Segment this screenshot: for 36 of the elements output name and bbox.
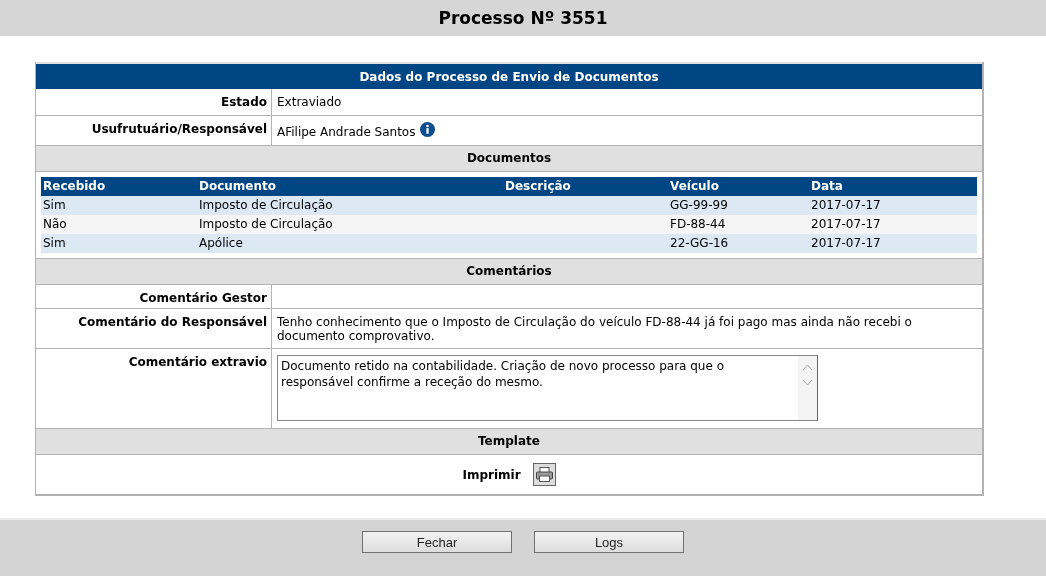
table-cell-text: Imposto de Circulação [198,216,334,234]
info-icon[interactable] [420,122,436,138]
field-value: Extraviado [277,95,342,110]
table-cell-text: Sim [42,235,67,253]
section-title: Documentos [36,146,982,173]
table-cell-text: FD-88-44 [669,216,727,234]
page-title: Processo Nº 3551 [438,8,608,29]
print-button[interactable] [532,463,556,487]
section-title: Comentários [36,259,982,286]
column-header: Veículo [669,178,720,196]
field-label: Usufrutuário/Responsável [36,116,272,146]
section-title: Template [36,429,982,456]
column-header: Recebido [42,178,107,196]
table-cell-text: 2017-07-17 [810,216,882,234]
panel-title: Dados do Processo de Envio de Documentos [36,62,982,90]
table-cell-text: Sim [42,197,67,215]
footer-button[interactable]: Fechar [362,531,512,554]
footer-button[interactable]: Logs [534,531,684,554]
column-header: Descrição [504,178,572,196]
field-label: Comentário Gestor [36,285,272,309]
table-cell-text: 2017-07-17 [810,235,882,253]
print-label: Imprimir [462,467,521,482]
table-cell-text: 2017-07-17 [810,197,882,215]
table-cell-text: 22-GG-16 [669,235,730,253]
comment-text: Tenho conhecimento que o Imposto de Circulação do veículo FD-88-44 já foi pago mas ainda não recebi o documento comprovativo. [277,315,913,344]
column-header: Documento [198,178,278,196]
table-cell-text: Apólice [198,235,244,253]
field-value: AFilipe Andrade Santos [277,125,416,140]
printer-icon [535,467,553,483]
field-label: Comentário extravio [36,349,272,429]
field-label: Comentário do Responsável [36,309,272,349]
column-header: Data [810,178,844,196]
table-cell-text: Imposto de Circulação [198,197,334,215]
table-cell-text: Não [42,216,68,234]
field-label: Estado [36,89,272,116]
table-cell-text: GG-99-99 [669,197,729,215]
